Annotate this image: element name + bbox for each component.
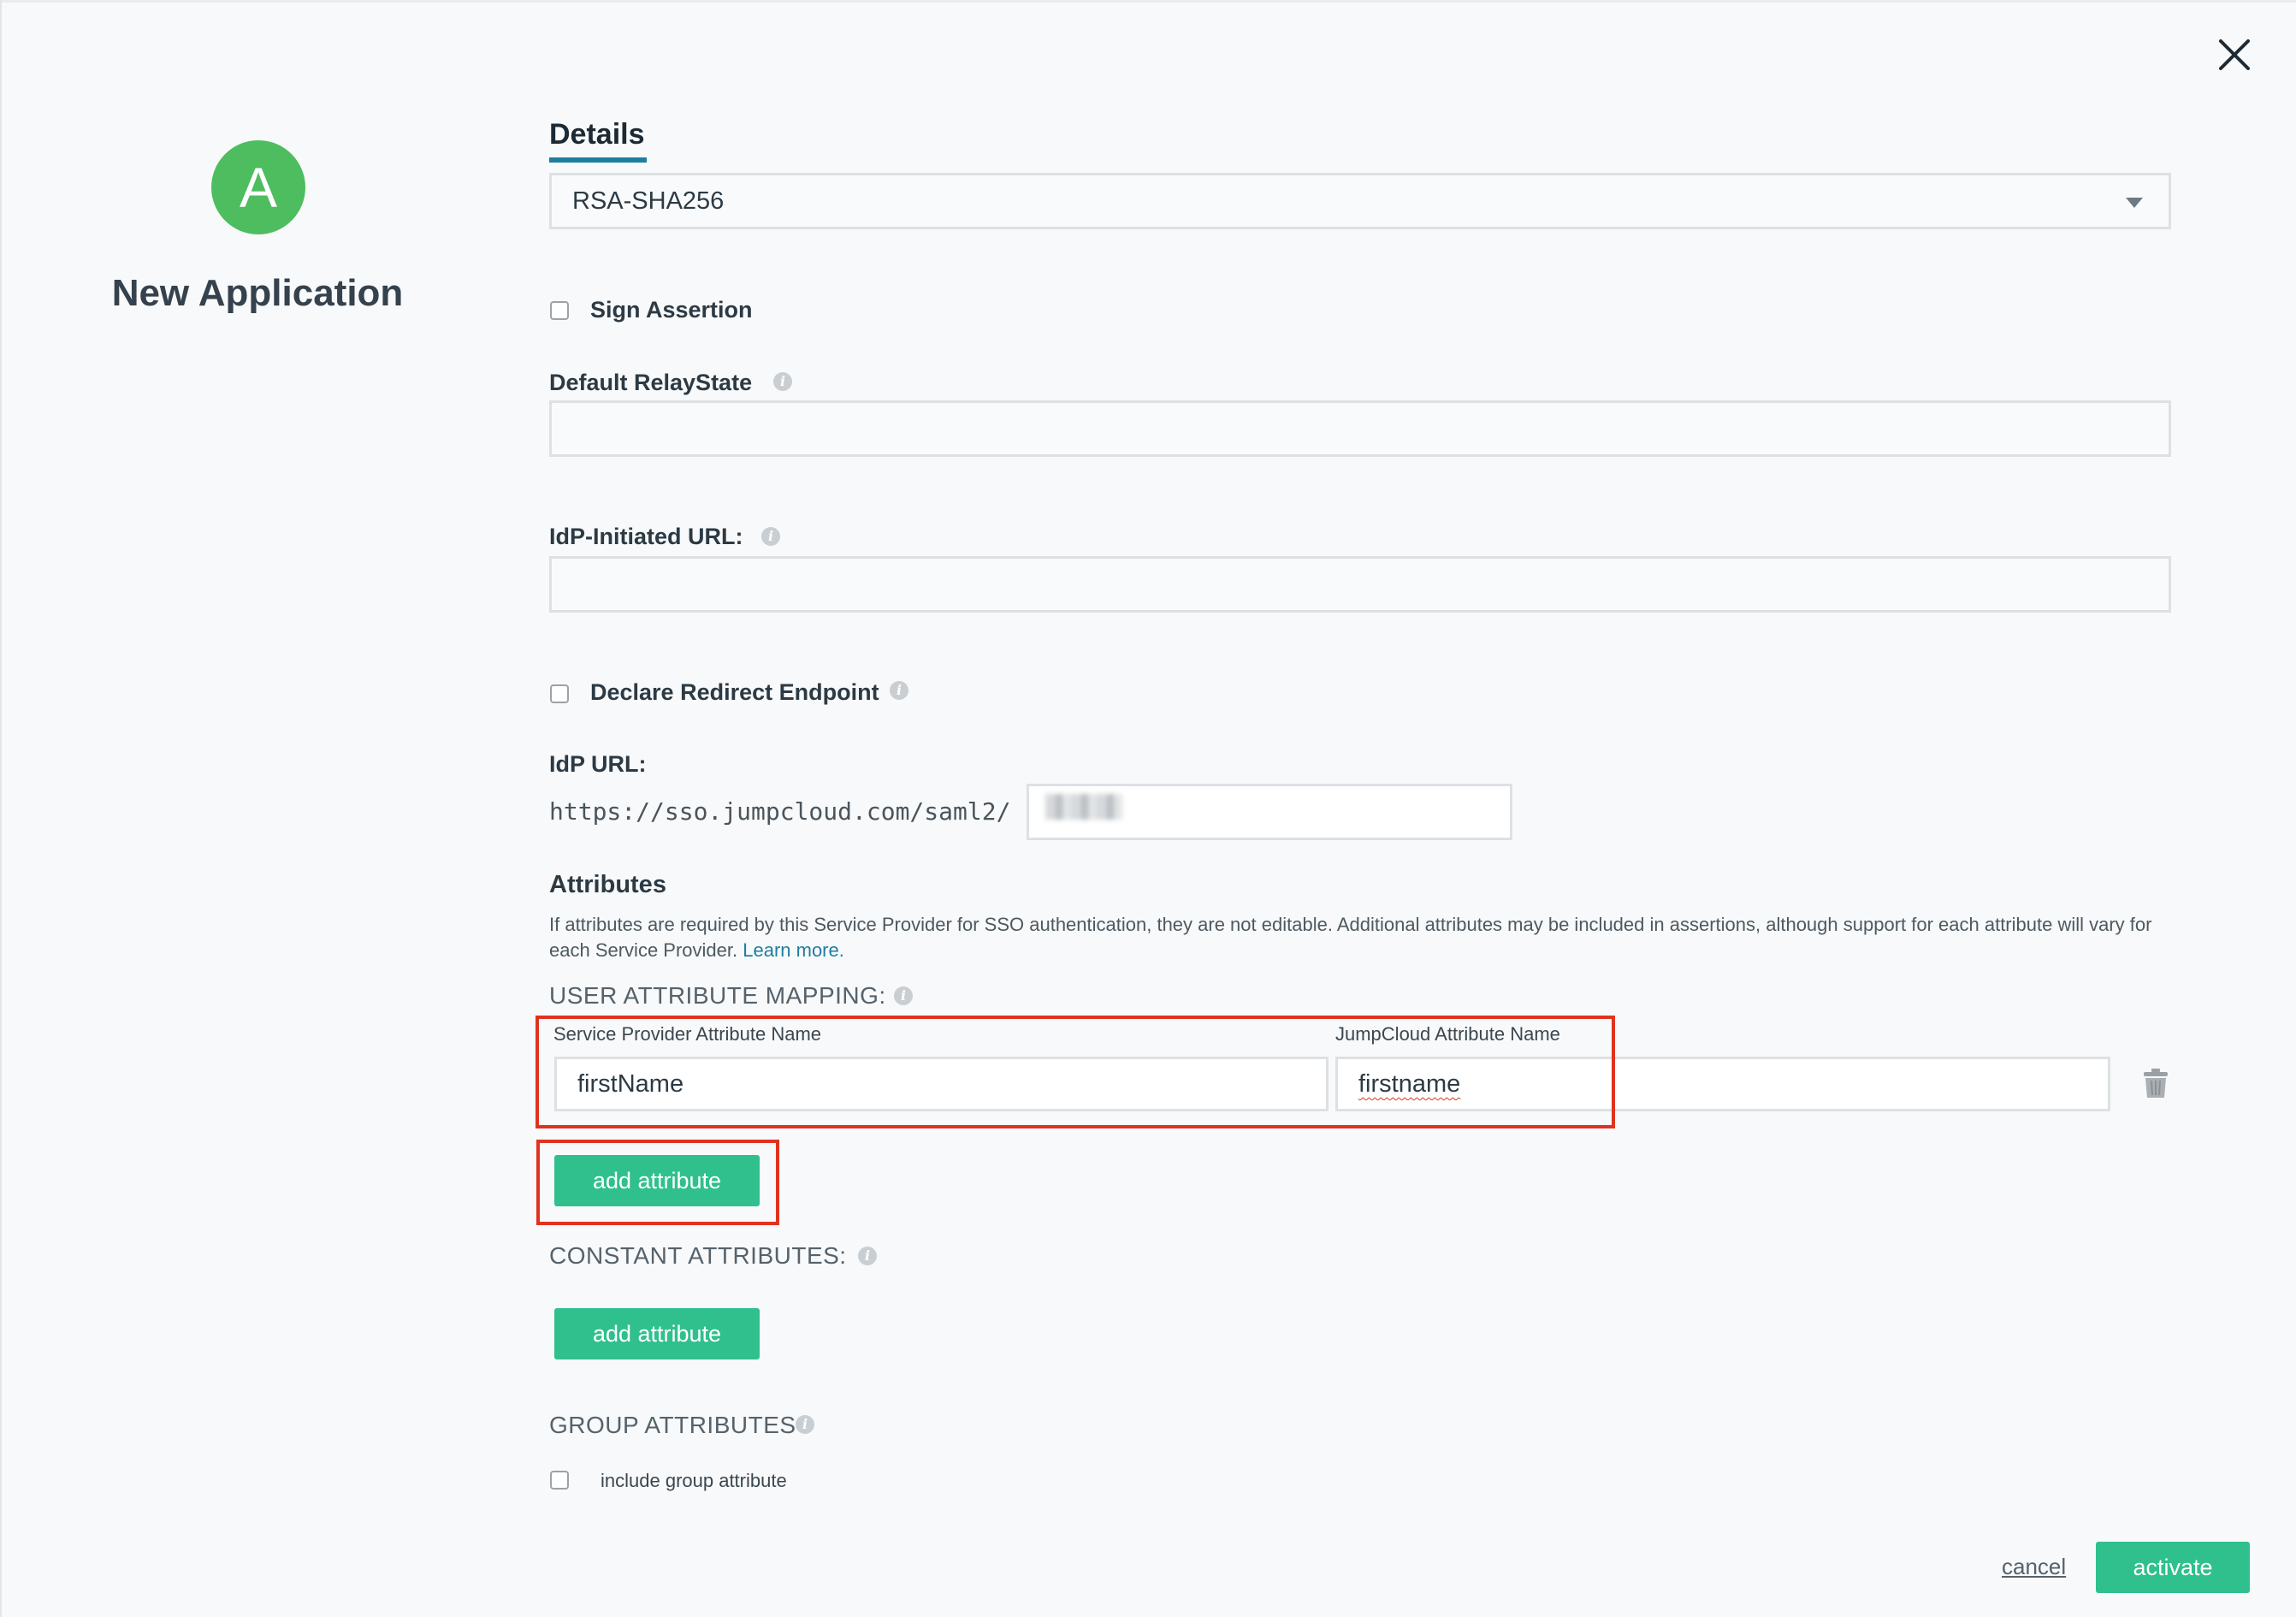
include-group-attribute-label: include group attribute (601, 1470, 787, 1491)
highlight-add-attribute (536, 1140, 779, 1225)
tab-details[interactable]: Details (549, 118, 645, 151)
highlight-attribute-mapping (536, 1016, 1615, 1128)
info-icon[interactable]: i (796, 1415, 814, 1434)
tab-active-indicator (549, 157, 647, 163)
info-icon[interactable]: i (890, 681, 908, 700)
add-constant-attribute-button[interactable]: add attribute (554, 1308, 760, 1359)
app-avatar: A (211, 140, 305, 234)
idp-initiated-url-label: IdP-Initiated URL: (549, 524, 743, 549)
include-group-attribute-checkbox[interactable] (550, 1471, 569, 1490)
learn-more-link[interactable]: Learn more. (743, 939, 844, 961)
signature-algorithm-select[interactable]: RSA-SHA256 (549, 173, 2171, 229)
sign-assertion-label: Sign Assertion (590, 297, 753, 323)
sign-assertion-checkbox[interactable] (550, 301, 569, 320)
declare-redirect-checkbox[interactable] (550, 684, 569, 703)
app-title: New Application (111, 272, 404, 314)
top-edge (0, 0, 2296, 3)
close-button[interactable] (2216, 36, 2253, 74)
delete-attribute-button[interactable] (2143, 1068, 2169, 1099)
info-icon[interactable]: i (773, 372, 792, 391)
idp-url-prefix: https://sso.jumpcloud.com/saml2/ (549, 797, 1011, 826)
select-value: RSA-SHA256 (572, 187, 725, 215)
info-icon[interactable]: i (858, 1247, 877, 1265)
redacted-value (1045, 794, 1122, 820)
default-relaystate-input[interactable] (549, 400, 2171, 457)
info-icon[interactable]: i (894, 986, 913, 1005)
constant-attributes-label: CONSTANT ATTRIBUTES: (549, 1242, 847, 1269)
default-relaystate-label: Default RelayState (549, 370, 753, 395)
group-attributes-label: GROUP ATTRIBUTES (549, 1412, 796, 1438)
attributes-description: If attributes are required by this Servi… (549, 912, 2166, 963)
left-edge (0, 0, 2, 1617)
user-attribute-mapping-label: USER ATTRIBUTE MAPPING: (549, 982, 886, 1009)
idp-initiated-url-input[interactable] (549, 556, 2171, 613)
declare-redirect-label: Declare Redirect Endpoint (590, 679, 879, 705)
chevron-down-icon (2126, 198, 2143, 208)
close-icon (2219, 39, 2250, 70)
cancel-link[interactable]: cancel (2002, 1554, 2066, 1580)
idp-url-label: IdP URL: (549, 751, 647, 777)
attributes-title: Attributes (549, 871, 666, 898)
trash-icon (2144, 1069, 2168, 1098)
activate-button[interactable]: activate (2096, 1542, 2250, 1593)
info-icon[interactable]: i (761, 527, 780, 546)
